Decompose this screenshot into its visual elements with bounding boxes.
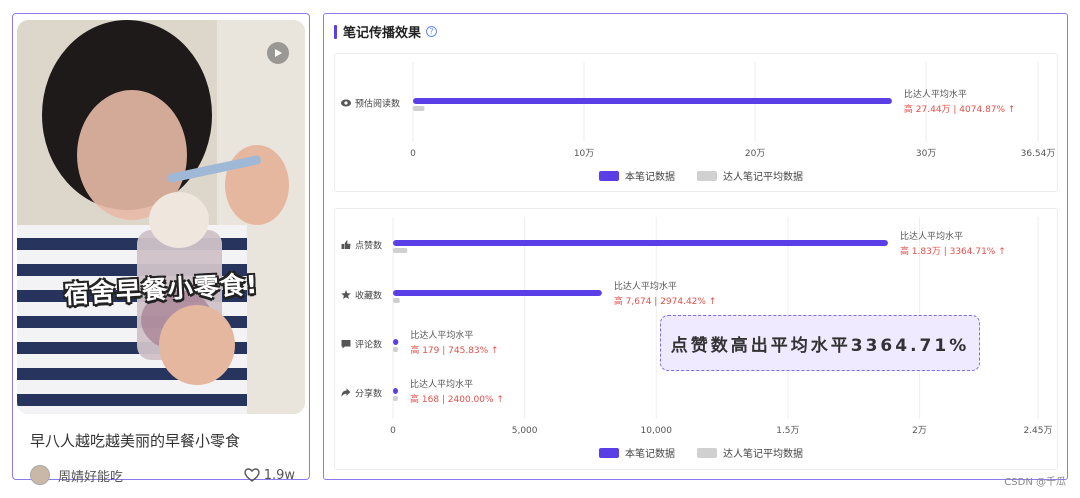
comment-icon (341, 340, 351, 349)
like-count-value: 1.9w (263, 467, 295, 483)
engagement-chart-legend: 本笔记数据 达人笔记平均数据 (599, 445, 825, 460)
legend-swatch-note (599, 170, 619, 181)
legend-avg-label: 达人笔记平均数据 (723, 449, 803, 460)
annotation-detail: 高 27.44万 | 4074.87% ↑ (904, 103, 1016, 115)
bar-avg-data (413, 106, 425, 111)
legend-avg-data[interactable]: 达人笔记平均数据 (697, 445, 803, 460)
bar-avg-data (393, 396, 398, 401)
category-label: 点赞数 (355, 240, 382, 252)
x-tick-label: 0 (410, 149, 416, 159)
thumbs-up-icon-hand (344, 240, 351, 249)
note-effect-panel: 笔记传播效果 ? 0 10万 20万 30万 36.54万 预估阅读数 比达人平均水平高 2… (323, 13, 1068, 480)
thumbs-up-icon (341, 240, 351, 249)
watermark: CSDN @千瓜 (1004, 477, 1066, 488)
annotation-label: 比达人平均水平 (410, 329, 473, 341)
star-icon (341, 290, 351, 299)
category-label: 评论数 (355, 339, 382, 351)
question-circle-icon[interactable]: ? (426, 26, 438, 37)
annotation-detail: 高 179 | 745.83% ↑ (410, 344, 498, 356)
reads-chart-legend: 本笔记数据 达人笔记平均数据 (599, 168, 825, 183)
x-tick-label: 30万 (916, 149, 936, 159)
category-label: 分享数 (355, 388, 382, 400)
bar-note-data (413, 98, 892, 104)
panel-title: 笔记传播效果 (343, 26, 422, 41)
legend-note-data[interactable]: 本笔记数据 (599, 445, 675, 460)
bar-note-data (393, 339, 399, 345)
category-label: 预估阅读数 (355, 98, 400, 110)
x-tick-label: 0 (390, 426, 396, 436)
note-card[interactable]: 宿舍早餐小零食! 早八人越吃越美丽的早餐小零食 周婧好能吃 1.9w (12, 13, 310, 485)
highlight-callout: 点赞数高出平均水平3364.71% (660, 315, 980, 371)
author-name[interactable]: 周婧好能吃 (58, 466, 123, 485)
category-label: 收藏数 (355, 290, 382, 302)
annotation-label: 比达人平均水平 (410, 378, 473, 390)
bar-note-data (393, 240, 888, 246)
reads-chart: 0 10万 20万 30万 36.54万 预估阅读数 比达人平均水平高 27.44万 | 4… (334, 53, 1058, 192)
annotation-label: 比达人平均水平 (900, 230, 963, 242)
annotation-detail: 高 1.83万 | 3364.71% ↑ (900, 245, 1006, 257)
legend-note-label: 本笔记数据 (625, 449, 675, 460)
note-title[interactable]: 早八人越吃越美丽的早餐小零食 (30, 430, 240, 451)
like-count[interactable]: 1.9w (243, 467, 295, 483)
x-tick-label: 1.5万 (776, 426, 799, 436)
legend-avg-label: 达人笔记平均数据 (723, 172, 803, 183)
x-tick-label: 10,000 (641, 426, 673, 436)
x-tick-label: 10万 (574, 149, 594, 159)
legend-note-label: 本笔记数据 (625, 172, 675, 183)
share-icon-arrow (341, 388, 351, 397)
x-tick-label: 20万 (745, 149, 765, 159)
x-tick-label: 2.45万 (1023, 426, 1052, 436)
annotation-detail: 高 168 | 2400.00% ↑ (410, 393, 504, 405)
bar-avg-data (393, 248, 408, 253)
author-avatar[interactable] (30, 465, 50, 485)
thumbs-up-icon-cuff (341, 244, 344, 249)
star-icon-shape (341, 290, 351, 299)
legend-note-data[interactable]: 本笔记数据 (599, 168, 675, 183)
share-icon (341, 388, 351, 397)
legend-avg-data[interactable]: 达人笔记平均数据 (697, 168, 803, 183)
x-tick-label: 5,000 (512, 426, 538, 436)
x-tick-label: 2万 (912, 426, 927, 436)
annotation-label: 比达人平均水平 (904, 88, 967, 100)
panel-header: 笔记传播效果 ? (334, 22, 438, 41)
note-cover-image[interactable]: 宿舍早餐小零食! (17, 20, 305, 414)
play-icon[interactable] (267, 42, 289, 64)
eye-icon (341, 99, 351, 107)
x-tick-label: 36.54万 (1021, 149, 1056, 159)
annotation-detail: 高 7,674 | 2974.42% ↑ (614, 295, 717, 307)
legend-swatch-avg (697, 447, 717, 458)
comment-icon-bubble (341, 340, 351, 349)
legend-swatch-note (599, 447, 619, 458)
author-row: 周婧好能吃 1.9w (30, 464, 295, 486)
legend-swatch-avg (697, 170, 717, 181)
eye-icon-pupil (344, 101, 348, 105)
bar-note-data (393, 290, 602, 296)
bar-avg-data (393, 298, 400, 303)
annotation-label: 比达人平均水平 (614, 280, 677, 292)
heart-icon (243, 468, 260, 482)
bar-avg-data (393, 347, 398, 352)
cover-photo (17, 20, 305, 414)
title-accent-bar (334, 24, 337, 39)
bar-note-data (393, 388, 398, 394)
